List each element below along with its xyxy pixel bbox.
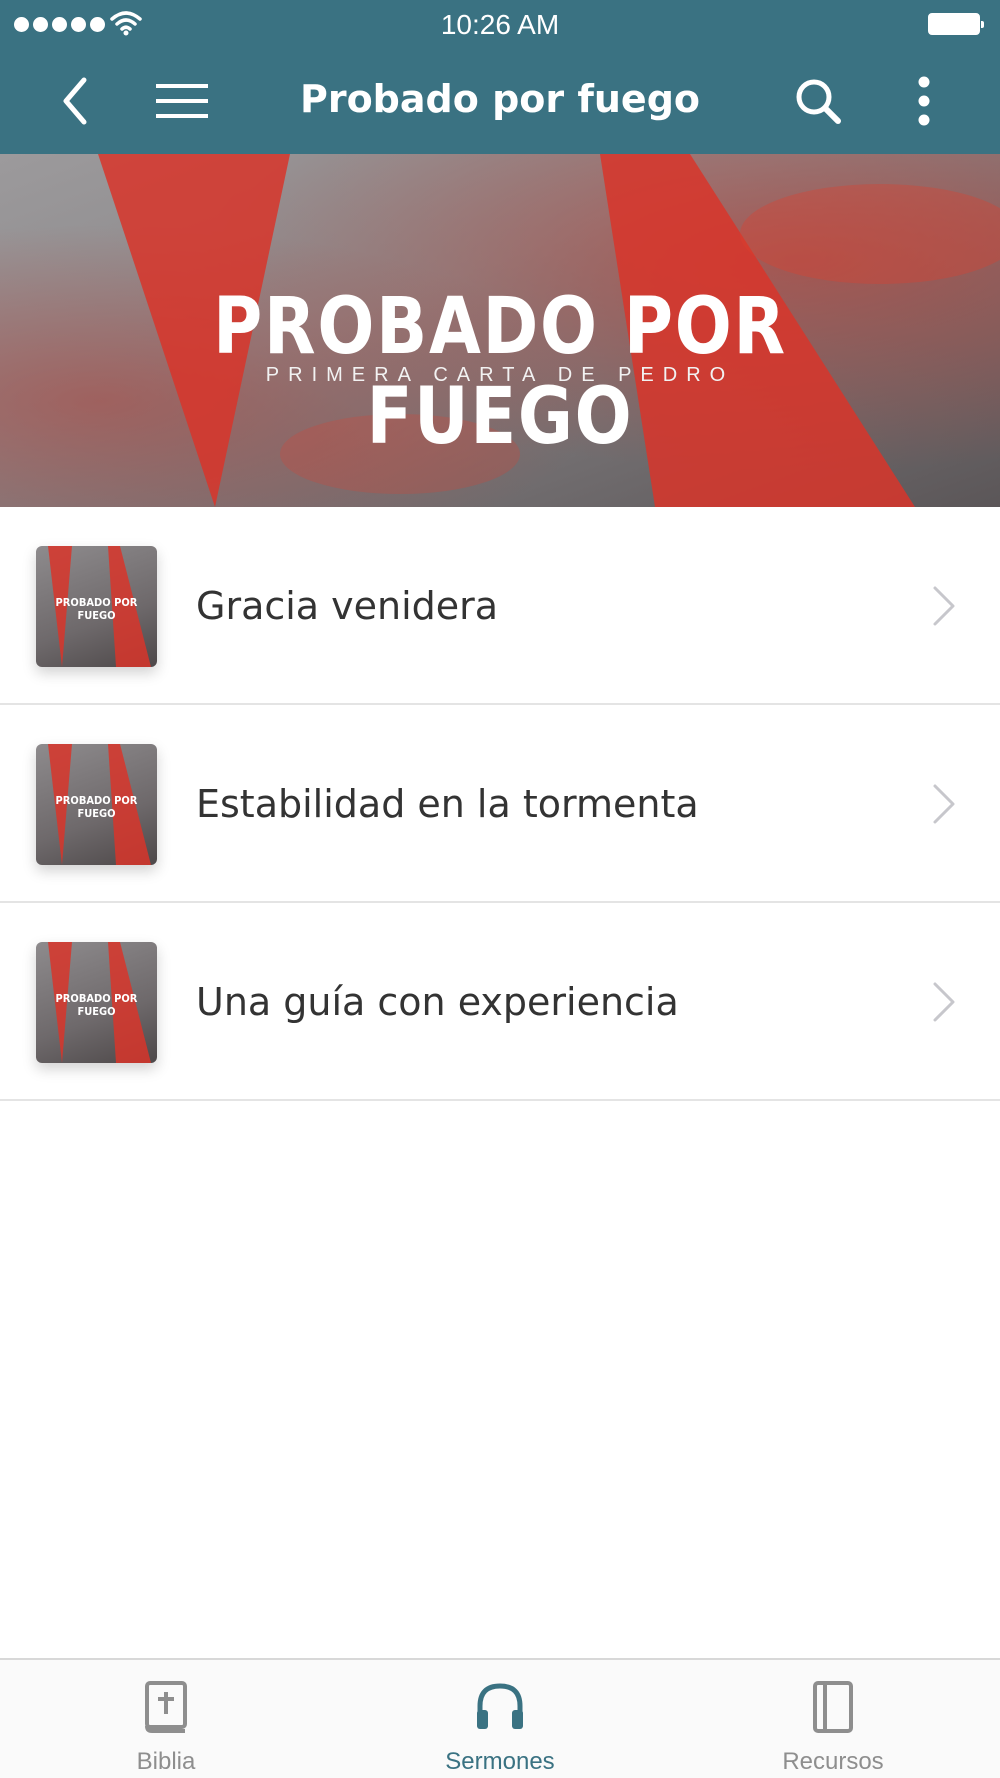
sermon-title: Gracia venidera: [196, 584, 499, 628]
sermon-thumbnail: PROBADO POR FUEGO: [36, 744, 157, 865]
list-item[interactable]: PROBADO POR FUEGO Gracia venidera: [0, 507, 1000, 705]
page-title: Probado por fuego: [299, 77, 701, 121]
status-bar: 10:26 AM: [0, 0, 1000, 50]
tab-label: Sermones: [445, 1748, 555, 1775]
headphones-icon: [477, 1683, 523, 1729]
tab-biblia[interactable]: Biblia: [36, 1660, 296, 1778]
chevron-right-icon: [933, 784, 955, 824]
list-item[interactable]: PROBADO POR FUEGO Una guía con experienc…: [0, 903, 1000, 1101]
thumbnail-label: PROBADO POR FUEGO: [55, 596, 138, 622]
thumbnail-label: PROBADO POR FUEGO: [55, 992, 138, 1018]
book-icon: [813, 1681, 853, 1733]
sermon-thumbnail: PROBADO POR FUEGO: [36, 942, 157, 1063]
tab-sermones[interactable]: Sermones: [370, 1660, 630, 1778]
battery-icon: [928, 13, 984, 35]
tab-label: Biblia: [136, 1748, 196, 1775]
bible-icon: [145, 1681, 187, 1733]
sermon-title: Estabilidad en la tormenta: [196, 782, 699, 826]
series-banner: PROBADO POR FUEGO PRIMERA CARTA DE PEDRO: [0, 154, 1000, 507]
banner-subtitle: PRIMERA CARTA DE PEDRO: [265, 364, 735, 386]
sermon-list: PROBADO POR FUEGO Gracia venidera PROBAD…: [0, 507, 1000, 1101]
thumbnail-label: PROBADO POR FUEGO: [55, 794, 138, 820]
search-icon[interactable]: [788, 72, 848, 130]
navigation-bar: Probado por fuego: [0, 50, 1000, 154]
back-icon[interactable]: [50, 72, 100, 130]
tab-label: Recursos: [782, 1748, 884, 1775]
hamburger-menu-icon[interactable]: [150, 72, 214, 130]
more-options-icon[interactable]: [900, 72, 948, 130]
tab-recursos[interactable]: Recursos: [703, 1660, 963, 1778]
chevron-right-icon: [933, 982, 955, 1022]
tab-bar: Biblia Sermones Recursos: [0, 1658, 1000, 1778]
sermon-thumbnail: PROBADO POR FUEGO: [36, 546, 157, 667]
chevron-right-icon: [933, 586, 955, 626]
status-time: 10:26 AM: [440, 9, 560, 40]
top-bar: 10:26 AM Probado por fuego: [0, 0, 1000, 154]
sermon-title: Una guía con experiencia: [196, 980, 679, 1024]
list-item[interactable]: PROBADO POR FUEGO Estabilidad en la torm…: [0, 705, 1000, 903]
